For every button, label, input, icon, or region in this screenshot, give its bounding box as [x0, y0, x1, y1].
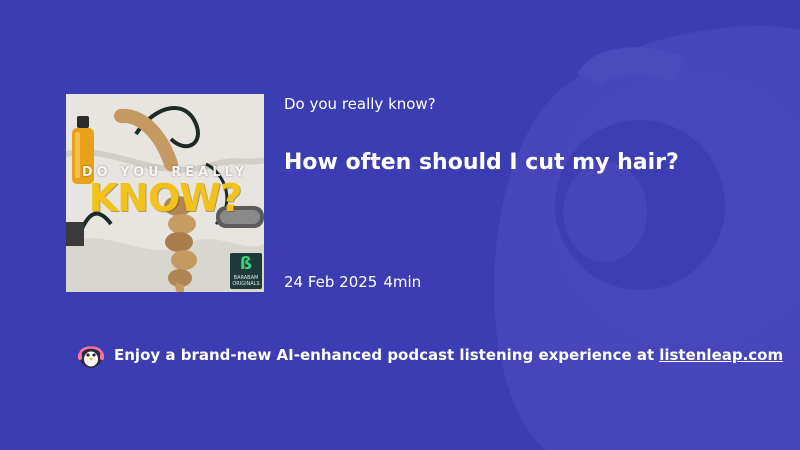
listenleap-link[interactable]: listenleap.com [659, 346, 783, 364]
episode-meta: 24 Feb 2025 4min [284, 273, 421, 291]
badge-line2: ORIGINALS [232, 281, 260, 287]
podcast-cover-art[interactable]: DO YOU REALLY KNOW? ß BARABAM ORIGINALS [66, 94, 264, 292]
episode-title[interactable]: How often should I cut my hair? [284, 150, 679, 175]
show-name[interactable]: Do you really know? [284, 95, 436, 113]
publisher-logo-icon: ß [239, 254, 253, 274]
publisher-badge: ß BARABAM ORIGINALS [230, 253, 262, 289]
penguin-headphones-icon [78, 346, 104, 368]
cover-title-line2: KNOW? [88, 176, 243, 220]
promo-text: Enjoy a brand-new AI-enhanced podcast li… [114, 346, 655, 364]
episode-date: 24 Feb 2025 [284, 273, 378, 291]
promo-banner: Enjoy a brand-new AI-enhanced podcast li… [76, 340, 783, 370]
episode-duration: 4min [383, 273, 422, 291]
